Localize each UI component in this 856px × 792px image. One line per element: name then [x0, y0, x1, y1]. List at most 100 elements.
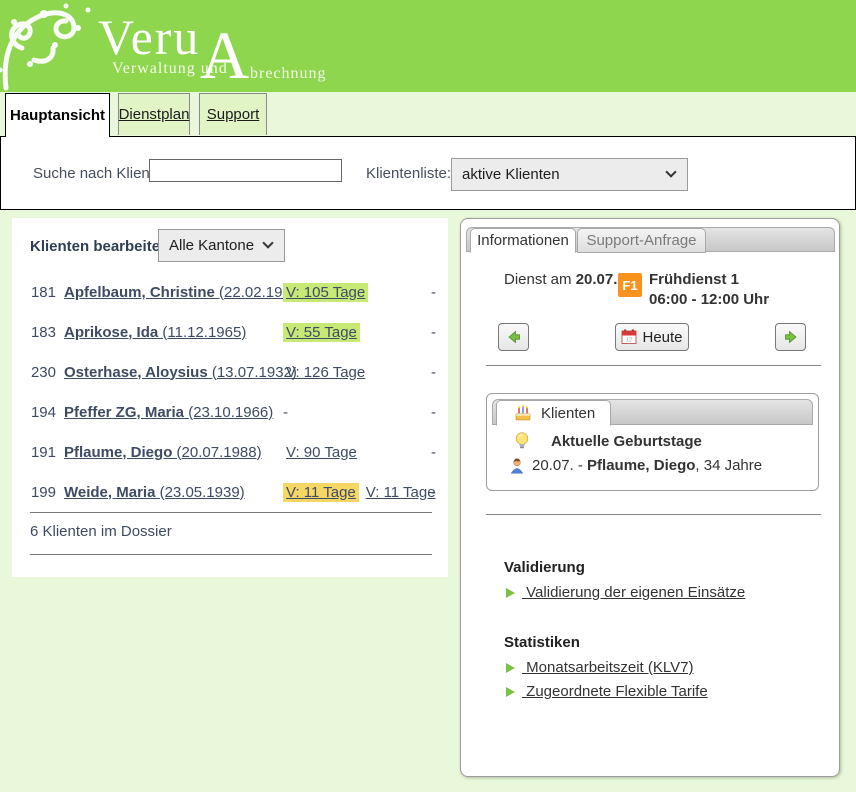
canton-select[interactable]: Alle Kantone	[158, 229, 285, 262]
client-name: Pfeffer ZG, Maria	[64, 404, 188, 421]
client-name: Apfelbaum, Christine	[64, 284, 219, 301]
tab-hauptansicht[interactable]: Hauptansicht	[5, 93, 110, 137]
link-section: Statistiken Monatsarbeitszeit (KLV7) Zug…	[504, 634, 824, 700]
vacation-days-link[interactable]: V: 105 Tage	[283, 283, 368, 302]
client-name-link[interactable]: Pfeffer ZG, Maria (23.10.1966)	[64, 404, 273, 421]
section-link[interactable]: Validierung der eigenen Einsätze	[522, 584, 745, 601]
birthday-entry-row: 20.07. - Pflaume, Diego, 34 Jahre	[509, 457, 762, 474]
birthday-entry: 20.07. - Pflaume, Diego, 34 Jahre	[532, 457, 762, 474]
section-link[interactable]: Zugeordnete Flexible Tarife	[522, 683, 708, 700]
logo-letter-a: A	[200, 16, 249, 95]
svg-text:12: 12	[626, 338, 632, 344]
client-name: Osterhase, Aloysius	[64, 364, 212, 381]
client-name: Aprikose, Ida	[64, 324, 162, 341]
green-triangle-icon	[506, 687, 515, 697]
tab-informationen[interactable]: Informationen	[470, 228, 576, 253]
tab-klienten[interactable]: Klienten	[496, 400, 611, 426]
vacation-days-link[interactable]: V: 126 Tage	[283, 363, 368, 382]
birthdays-headline: Aktuelle Geburtstage	[551, 433, 702, 450]
logo-subtitle-right: brechnung	[250, 65, 327, 83]
link-sections: Validierung Validierung der eigenen Eins…	[504, 559, 824, 707]
arrow-link-row: Monatsarbeitszeit (KLV7)	[506, 659, 824, 676]
vacation-days-link[interactable]: V: 90 Tage	[283, 443, 360, 462]
vacation-days-link[interactable]: V: 55 Tage	[283, 323, 360, 342]
client-badges: -	[283, 404, 292, 421]
clients-panel: Klienten bearbeiten Alle Kantone 181 Apf…	[12, 218, 448, 577]
client-rows: 181 Apfelbaum, Christine (22.02.1978) V:…	[12, 272, 448, 512]
app-header: Veru A Verwaltung und brechnung	[0, 0, 856, 92]
client-id: 230	[12, 364, 56, 381]
client-name-link[interactable]: Osterhase, Aloysius (13.07.1932)	[64, 364, 297, 381]
klientenliste-label: Klientenliste:	[366, 165, 451, 182]
green-triangle-icon	[506, 588, 515, 598]
klientenliste-select[interactable]: aktive Klienten	[451, 158, 688, 191]
client-badges: V: 55 Tage	[283, 324, 364, 341]
client-name-link[interactable]: Aprikose, Ida (11.12.1965)	[64, 324, 246, 341]
tab-support[interactable]: Support	[199, 93, 267, 135]
calendar-icon: 12	[621, 329, 637, 345]
vacation-days-link[interactable]: V: 11 Tage	[283, 483, 359, 502]
chevron-down-icon	[262, 237, 273, 248]
green-triangle-icon	[506, 663, 515, 673]
client-birthdate: (23.10.1966)	[188, 404, 273, 421]
client-id: 181	[12, 284, 56, 301]
client-id: 183	[12, 324, 56, 341]
client-badges: V: 90 Tage	[283, 444, 364, 461]
klienten-tab-strip: Klienten	[492, 399, 813, 425]
klientenliste-selected-value: aktive Klienten	[462, 166, 560, 183]
client-id: 191	[12, 444, 56, 461]
no-value-dash: -	[283, 404, 288, 421]
client-end-dash: -	[431, 364, 436, 381]
client-name: Weide, Maria	[64, 484, 160, 501]
arrow-link-row: Validierung der eigenen Einsätze	[506, 584, 824, 601]
duty-description: Frühdienst 1 06:00 - 12:00 Uhr	[649, 270, 769, 310]
client-name-link[interactable]: Pflaume, Diego (20.07.1988)	[64, 444, 262, 461]
tab-support-anfrage[interactable]: Support-Anfrage	[577, 228, 706, 253]
duty-name: Frühdienst 1	[649, 270, 769, 290]
info-panel: Informationen Support-Anfrage Dienst am …	[460, 218, 840, 777]
info-tab-strip: Informationen Support-Anfrage	[466, 227, 835, 252]
section-link[interactable]: Monatsarbeitszeit (KLV7)	[522, 659, 693, 676]
client-name: Pflaume, Diego	[64, 444, 177, 461]
birthday-cake-icon	[514, 405, 532, 421]
chevron-down-icon	[665, 166, 676, 177]
klienten-box: Klienten Aktuelle Geburtstage 20.07. - P…	[486, 393, 819, 491]
client-end-dash: -	[431, 324, 436, 341]
client-row: 191 Pflaume, Diego (20.07.1988) V: 90 Ta…	[12, 432, 448, 472]
logo-subtitle-left: Verwaltung und	[112, 60, 228, 78]
search-section: Suche nach Klient: Klientenliste: aktive…	[0, 136, 856, 210]
client-badges: V: 11 TageV: 11 Tage	[283, 484, 443, 501]
canton-selected-value: Alle Kantone	[169, 237, 254, 254]
client-badges: V: 126 Tage	[283, 364, 372, 381]
link-section: Validierung Validierung der eigenen Eins…	[504, 559, 824, 601]
clients-count-text: 6 Klienten im Dossier	[30, 523, 172, 540]
divider	[486, 365, 821, 366]
clients-panel-title: Klienten bearbeiten	[30, 238, 169, 255]
search-input[interactable]	[149, 159, 342, 182]
client-birthdate: (23.05.1939)	[160, 484, 245, 501]
logo-text: Veru	[98, 8, 200, 66]
client-row: 181 Apfelbaum, Christine (22.02.1978) V:…	[12, 272, 448, 312]
arrow-link-row: Zugeordnete Flexible Tarife	[506, 683, 824, 700]
floral-ornament-icon	[0, 0, 100, 92]
client-row: 230 Osterhase, Aloysius (13.07.1932) V: …	[12, 352, 448, 392]
klienten-tab-label: Klienten	[541, 405, 595, 422]
divider	[30, 512, 432, 513]
client-row: 199 Weide, Maria (23.05.1939) V: 11 Tage…	[12, 472, 448, 512]
next-day-button[interactable]	[775, 323, 806, 351]
section-title: Statistiken	[504, 634, 824, 651]
client-badges: V: 105 Tage	[283, 284, 372, 301]
arrow-left-icon	[506, 329, 522, 345]
today-button[interactable]: 12 Heute	[615, 323, 689, 351]
search-label: Suche nach Klient:	[33, 165, 158, 182]
client-birthdate: (11.12.1965)	[162, 324, 246, 341]
client-name-link[interactable]: Weide, Maria (23.05.1939)	[64, 484, 245, 501]
previous-day-button[interactable]	[498, 323, 529, 351]
vacation-days-link[interactable]: V: 11 Tage	[363, 483, 439, 502]
client-name-link[interactable]: Apfelbaum, Christine (22.02.1978)	[64, 284, 304, 301]
duty-time: 06:00 - 12:00 Uhr	[649, 290, 769, 310]
client-end-dash: -	[431, 444, 436, 461]
divider	[30, 554, 432, 555]
duty-code-badge: F1	[618, 273, 642, 297]
tab-dienstplan[interactable]: Dienstplan	[118, 93, 190, 135]
